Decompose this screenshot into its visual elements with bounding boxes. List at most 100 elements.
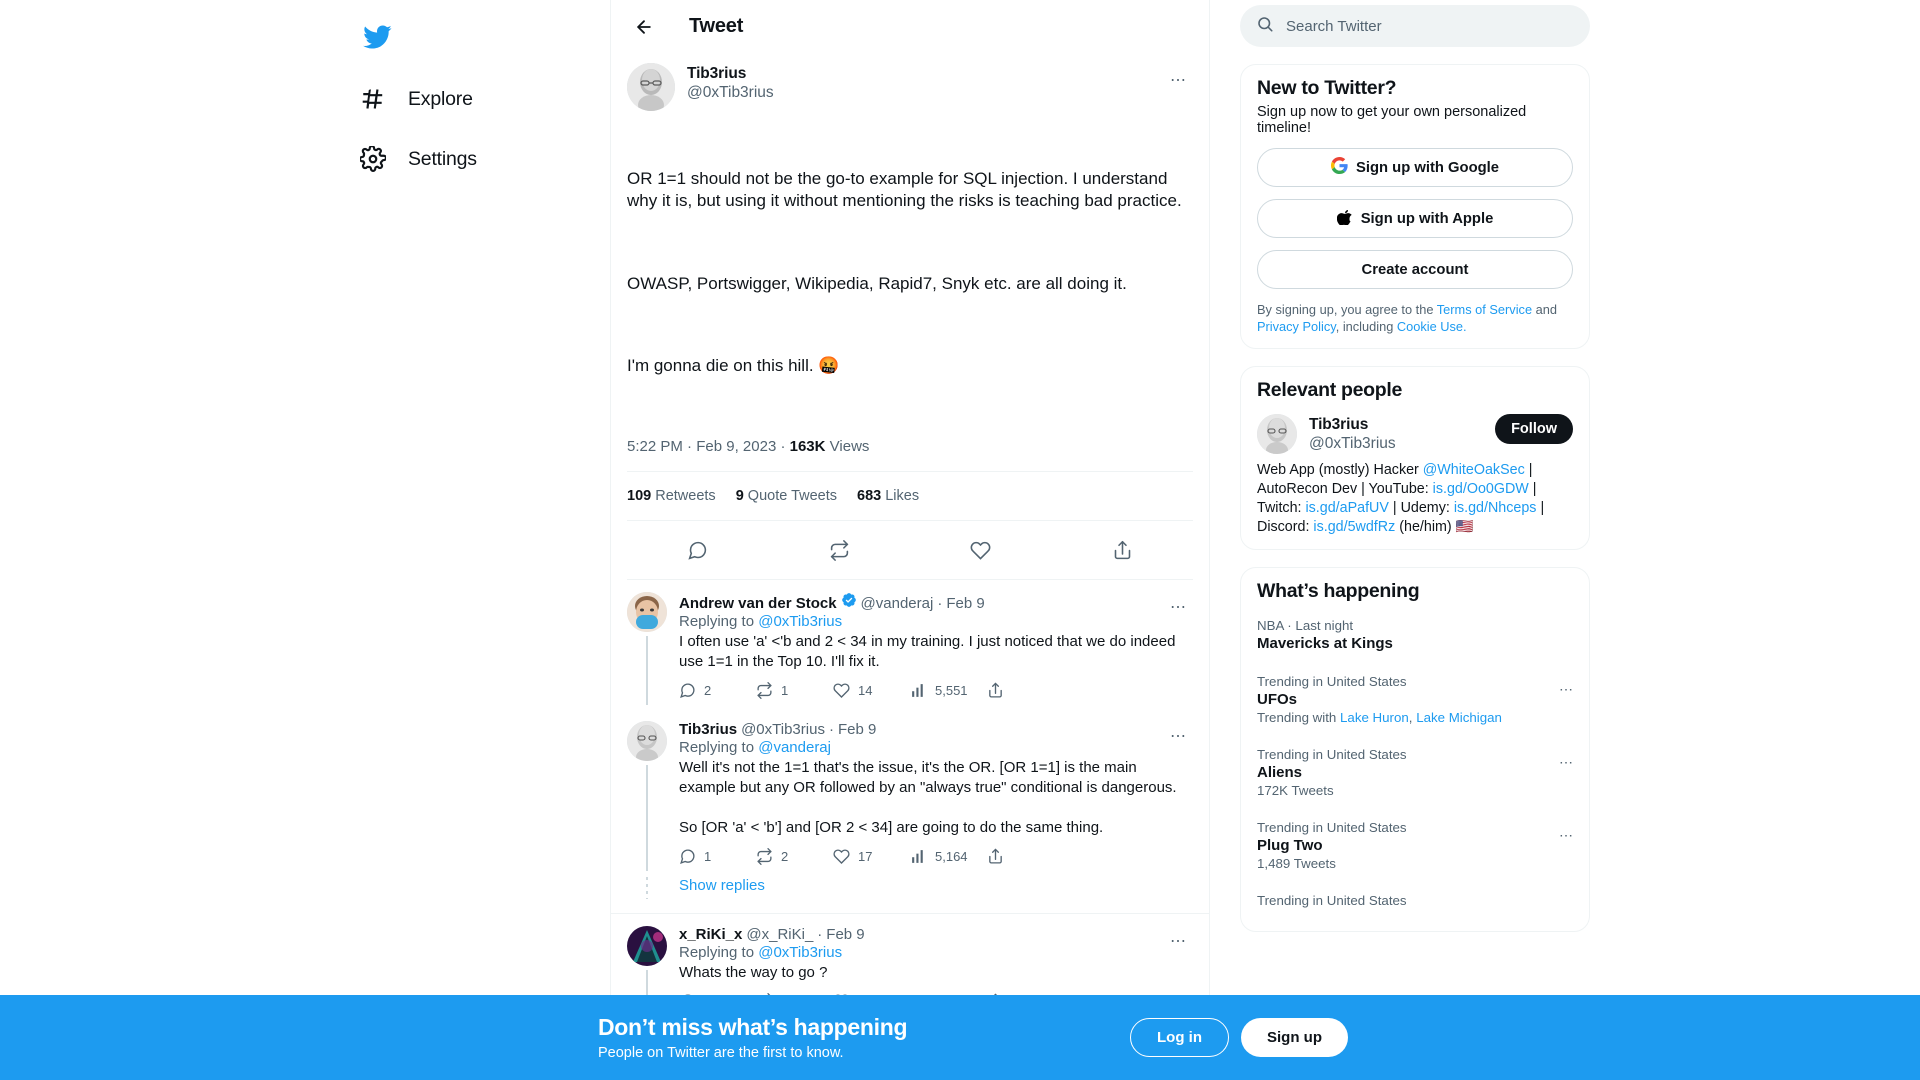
views-icon[interactable]: 5,164 xyxy=(910,848,987,865)
relevant-person-handle[interactable]: @0xTib3rius xyxy=(1309,434,1396,453)
back-arrow-icon[interactable] xyxy=(627,10,661,44)
reply-icon[interactable] xyxy=(681,533,715,567)
trend-item[interactable]: Trending in United States Aliens 172K Tw… xyxy=(1257,736,1573,809)
thread-line xyxy=(646,765,648,871)
twitter-logo[interactable] xyxy=(348,8,406,66)
show-replies-link[interactable]: Show replies xyxy=(679,875,765,899)
signup-apple-label: Sign up with Apple xyxy=(1360,210,1494,227)
search-input[interactable] xyxy=(1286,17,1574,35)
avatar[interactable] xyxy=(627,925,667,966)
avatar[interactable] xyxy=(1257,413,1297,454)
retweet-icon[interactable] xyxy=(822,533,856,567)
replying-to-handle[interactable]: @0xTib3rius xyxy=(758,944,842,961)
reply-author-name[interactable]: x_RiKi_x xyxy=(679,926,742,943)
sidebar-item-explore[interactable]: Explore xyxy=(348,72,489,126)
tweet-author-handle[interactable]: @0xTib3rius xyxy=(687,83,774,102)
trend-name: Plug Two xyxy=(1257,836,1323,854)
more-options-icon[interactable]: ⋯ xyxy=(1559,754,1573,771)
create-account-label: Create account xyxy=(1361,261,1469,278)
signup-google-label: Sign up with Google xyxy=(1355,159,1500,176)
trend-sub: Trending with Lake Huron, Lake Michigan xyxy=(1257,709,1502,725)
right-sidebar: New to Twitter? Sign up now to get your … xyxy=(1210,0,1920,1080)
more-options-icon[interactable]: ⋯ xyxy=(1163,721,1193,751)
retweets-count[interactable]: 109 Retweets xyxy=(627,488,716,504)
reply-count: 1 xyxy=(704,848,712,864)
more-options-icon[interactable]: ⋯ xyxy=(1163,592,1193,622)
tweet-author-name[interactable]: Tib3rius xyxy=(687,64,774,83)
share-icon[interactable] xyxy=(987,848,1004,865)
privacy-policy-link[interactable]: Privacy Policy xyxy=(1257,319,1336,334)
reply-icon[interactable]: 1 xyxy=(679,848,756,865)
reply-author-handle[interactable]: @vanderaj xyxy=(861,595,934,612)
thread-rail xyxy=(627,592,667,706)
reply-text: Well it's not the 1=1 that's the issue, … xyxy=(679,759,1177,836)
reply-author-name[interactable]: Andrew van der Stock xyxy=(679,595,837,612)
terms-of-service-link[interactable]: Terms of Service xyxy=(1437,302,1532,317)
signup-with-google-button[interactable]: Sign up with Google xyxy=(1257,148,1573,187)
avatar[interactable] xyxy=(627,721,667,762)
dotted-thread-line xyxy=(627,875,667,899)
like-icon[interactable]: 17 xyxy=(833,848,910,865)
tweet-paragraph: I'm gonna die on this hill. 🤬 xyxy=(627,355,840,375)
signup-with-apple-button[interactable]: Sign up with Apple xyxy=(1257,199,1573,238)
replying-to-handle[interactable]: @vanderaj xyxy=(758,739,831,756)
replying-to: Replying to @vanderaj xyxy=(679,739,831,757)
bio-link[interactable]: is.gd/Nhceps xyxy=(1454,500,1537,516)
more-options-icon[interactable]: ⋯ xyxy=(1559,681,1573,698)
trend-link[interactable]: Lake Huron xyxy=(1340,710,1409,725)
thread-rail xyxy=(627,721,667,871)
trend-item[interactable]: Trending in United States UFOs Trending … xyxy=(1257,663,1573,736)
reply-date: Feb 9 xyxy=(946,595,985,613)
avatar[interactable] xyxy=(627,592,667,633)
signup-card-title: New to Twitter? xyxy=(1257,77,1397,99)
twitter-page: Explore Settings Tweet Tib3rius @0xTib3r… xyxy=(0,0,1920,1080)
relevant-person-bio: Web App (mostly) Hacker @WhiteOakSec | A… xyxy=(1257,461,1573,537)
reply-author-name[interactable]: Tib3rius xyxy=(679,721,737,738)
create-account-button[interactable]: Create account xyxy=(1257,250,1573,289)
avatar[interactable] xyxy=(627,63,675,111)
more-options-icon[interactable]: ⋯ xyxy=(1163,65,1193,95)
reply-author-handle[interactable]: @x_RiKi_ xyxy=(746,926,813,943)
tweet-paragraph: OR 1=1 should not be the go-to example f… xyxy=(627,168,1182,211)
more-options-icon[interactable]: ⋯ xyxy=(1559,827,1573,844)
reply-item: Tib3rius @0xTib3rius · Feb 9 Replying to… xyxy=(611,709,1209,875)
bio-link[interactable]: is.gd/5wdfRz xyxy=(1313,519,1395,535)
trend-item[interactable]: Trending in United States Plug Two 1,489… xyxy=(1257,809,1573,882)
trend-item[interactable]: NBA · Last night Mavericks at Kings xyxy=(1257,607,1573,663)
search-bar[interactable] xyxy=(1240,5,1590,47)
trend-item[interactable]: Trending in United States xyxy=(1257,882,1573,919)
reply-icon[interactable]: 2 xyxy=(679,682,756,699)
signup-card-subtitle: Sign up now to get your own personalized… xyxy=(1257,104,1527,136)
like-icon[interactable]: 14 xyxy=(833,682,910,699)
sidebar-item-settings[interactable]: Settings xyxy=(348,132,493,186)
bio-link[interactable]: is.gd/Oo0GDW xyxy=(1433,481,1529,497)
likes-count[interactable]: 683 Likes xyxy=(857,488,919,504)
more-options-icon[interactable]: ⋯ xyxy=(1163,926,1193,956)
retweet-icon[interactable]: 1 xyxy=(756,682,833,700)
trend-name: Mavericks at Kings xyxy=(1257,634,1393,652)
reply-action-bar: 2 1 14 5,551 xyxy=(679,682,1193,700)
follow-button[interactable]: Follow xyxy=(1495,413,1573,444)
relevant-person-name[interactable]: Tib3rius xyxy=(1309,415,1396,434)
bio-link[interactable]: is.gd/aPafUV xyxy=(1305,500,1388,516)
reply-text: Whats the way to go ? xyxy=(679,963,828,981)
signup-card: New to Twitter? Sign up now to get your … xyxy=(1240,64,1590,349)
signup-button[interactable]: Sign up xyxy=(1241,1018,1348,1057)
quote-tweets-count[interactable]: 9 Quote Tweets xyxy=(736,488,837,504)
trend-link[interactable]: Lake Michigan xyxy=(1416,710,1502,725)
retweet-icon[interactable]: 2 xyxy=(756,847,833,865)
bio-link[interactable]: @WhiteOakSec xyxy=(1423,462,1525,478)
verified-badge-icon xyxy=(841,592,857,608)
like-icon[interactable] xyxy=(964,533,998,567)
trend-category: NBA · Last night xyxy=(1257,617,1354,633)
replying-to-handle[interactable]: @0xTib3rius xyxy=(758,613,842,630)
login-button[interactable]: Log in xyxy=(1130,1018,1229,1057)
share-icon[interactable] xyxy=(1105,533,1139,567)
reply-date: Feb 9 xyxy=(826,925,865,943)
views-icon[interactable]: 5,551 xyxy=(910,682,987,699)
tweet-views-count: 163K xyxy=(789,438,826,456)
reply-author-handle[interactable]: @0xTib3rius xyxy=(741,721,825,738)
sidebar-item-label: Explore xyxy=(408,87,473,110)
cookie-use-link[interactable]: Cookie Use. xyxy=(1397,319,1467,334)
share-icon[interactable] xyxy=(987,682,1004,699)
